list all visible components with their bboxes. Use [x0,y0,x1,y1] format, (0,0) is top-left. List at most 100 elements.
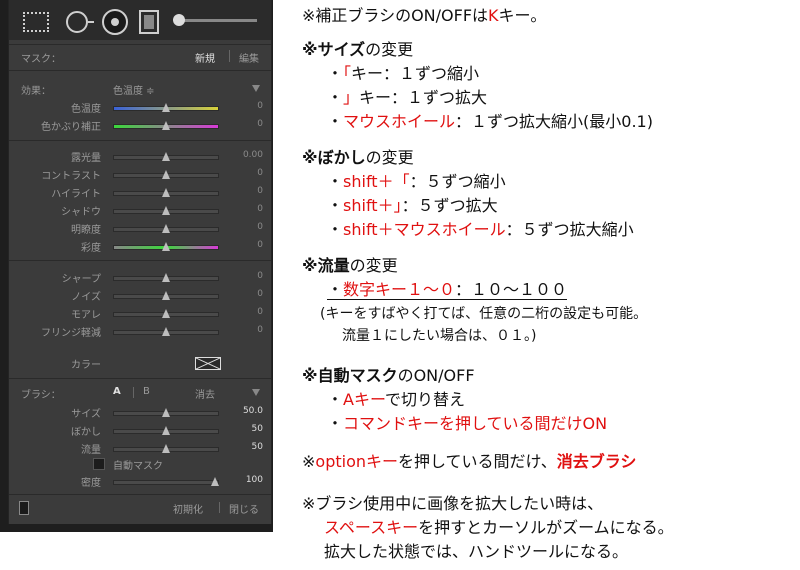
slider-thumb[interactable] [162,152,170,161]
slider-value: 0 [257,271,263,281]
effect-row: 効果： 色温度 ≑ [9,80,271,98]
graduated-filter-icon[interactable] [139,10,159,34]
slider-thumb[interactable] [162,327,170,336]
brush-slider-row-0: サイズ 50.0 [9,403,271,421]
mask-label: マスク： [21,54,61,65]
close-button[interactable]: 閉じる [229,501,259,516]
adjustment-brush-slider-icon[interactable] [173,14,257,26]
brush-slider-track[interactable] [113,444,219,453]
slider-value: 0 [257,222,263,232]
slider-track[interactable] [113,291,219,300]
slider-value: 0 [257,204,263,214]
brush-slider-thumb[interactable] [162,408,170,417]
slider-label: モアレ [71,310,101,321]
slider-label: 明瞭度 [71,225,101,236]
slider-value: 0 [257,186,263,196]
flow-note-1: (キーをすばやく打てば、任意の二桁の設定も可能。 [320,306,648,322]
slider-track[interactable] [113,224,219,233]
mask-new-button[interactable]: 新規 [195,50,215,65]
slider-thumb[interactable] [162,309,170,318]
slider-track[interactable] [113,242,219,251]
brush-a-tab[interactable]: A [113,386,121,397]
color-row: カラー [9,354,271,372]
density-value: 100 [245,475,263,485]
flow-note-2: 流量１にしたい場合は、０１。) [342,328,537,344]
slider-track[interactable] [113,103,219,112]
slider-thumb[interactable] [162,206,170,215]
color-label: カラー [71,360,101,371]
slider-track[interactable] [113,152,219,161]
color-swatch[interactable] [195,357,221,370]
slider-thumb[interactable] [162,242,170,251]
slider-label: 色かぶり補正 [41,122,101,133]
panel-toggle-switch[interactable] [19,501,29,515]
flow-item-1: ・数字キー１〜０：１０〜１００ [327,280,568,300]
slider-thumb[interactable] [162,121,170,130]
slider-label: 色温度 [71,104,101,115]
slider-row-8: シャープ 0 [9,268,271,286]
auto-mask-label: 自動マスク [113,461,163,472]
slider-track[interactable] [113,327,219,336]
size-heading: ※サイズの変更 [302,40,414,59]
brush-slider-track[interactable] [113,408,219,417]
blur-item-2: ・shift＋」：５ずつ拡大 [327,196,498,215]
disclosure-triangle-icon[interactable] [252,389,260,396]
slider-thumb[interactable] [162,103,170,112]
crop-overlay-icon[interactable] [23,12,49,32]
tool-strip [9,0,271,40]
density-slider-track[interactable] [113,477,219,486]
size-item-1: ・「キー：１ずつ縮小 [327,64,480,83]
mask-edit-button[interactable]: 編集 [239,50,259,65]
size-item-2: ・」キー：１ずつ拡大 [327,88,488,107]
slider-row-4: ハイライト 0 [9,183,271,201]
slider-value: 0 [257,289,263,299]
panel-body: マスク： 新規 編集 効果： 色温度 ≑ 色温度 0 色かぶり補正 0 露光量 0.00 コ… [8,0,272,524]
slider-row-6: 明瞭度 0 [9,219,271,237]
slider-row-0: 色温度 0 [9,98,271,116]
effect-label: 効果： [21,86,51,97]
blur-heading: ※ぼかしの変更 [302,148,414,167]
auto-mask-heading: ※自動マスクのON/OFF [302,366,475,385]
slider-value: 0 [257,119,263,129]
brush-erase-tab[interactable]: 消去 [195,386,215,401]
red-eye-icon[interactable] [102,9,128,35]
spot-removal-icon[interactable] [66,11,94,33]
slider-row-10: モアレ 0 [9,304,271,322]
slider-track[interactable] [113,170,219,179]
no-color-x-icon [196,358,220,369]
slider-row-5: シャドウ 0 [9,201,271,219]
slider-label: 彩度 [81,243,101,254]
toggle-note: ※補正ブラシのON/OFFはKキー。 [302,6,547,25]
slider-value: 0 [257,307,263,317]
density-slider-thumb[interactable] [210,477,219,486]
brush-slider-label: サイズ [71,409,101,420]
slider-thumb[interactable] [162,188,170,197]
brush-slider-thumb[interactable] [162,426,170,435]
adjustment-brush-panel: マスク： 新規 編集 効果： 色温度 ≑ 色温度 0 色かぶり補正 0 露光量 0.00 コ… [0,0,273,532]
disclosure-triangle-icon[interactable] [252,85,260,92]
slider-track[interactable] [113,206,219,215]
brush-slider-track[interactable] [113,426,219,435]
brush-b-tab[interactable]: B [143,386,150,397]
slider-track[interactable] [113,188,219,197]
slider-track[interactable] [113,121,219,130]
brush-slider-value: 50.0 [242,406,263,416]
effect-preset-select[interactable]: 色温度 ≑ [113,82,155,97]
brush-slider-thumb[interactable] [162,444,170,453]
slider-thumb[interactable] [162,224,170,233]
blur-item-3: ・shift＋マウスホイール：５ずつ拡大縮小 [327,220,634,239]
slider-thumb[interactable] [162,291,170,300]
flow-heading: ※流量の変更 [302,256,398,275]
reset-button[interactable]: 初期化 [173,501,203,516]
slider-row-3: コントラスト 0 [9,165,271,183]
slider-thumb[interactable] [162,273,170,282]
slider-value: 0 [257,240,263,250]
density-label: 密度 [81,478,101,489]
brush-row: ブラシ： A B 消去 [9,384,271,402]
slider-thumb[interactable] [162,170,170,179]
zoom-note-3: 拡大した状態では、ハンドツールになる。 [324,542,629,561]
slider-track[interactable] [113,273,219,282]
auto-mask-checkbox[interactable] [93,458,105,470]
slider-track[interactable] [113,309,219,318]
slider-row-11: フリンジ軽減 0 [9,322,271,340]
